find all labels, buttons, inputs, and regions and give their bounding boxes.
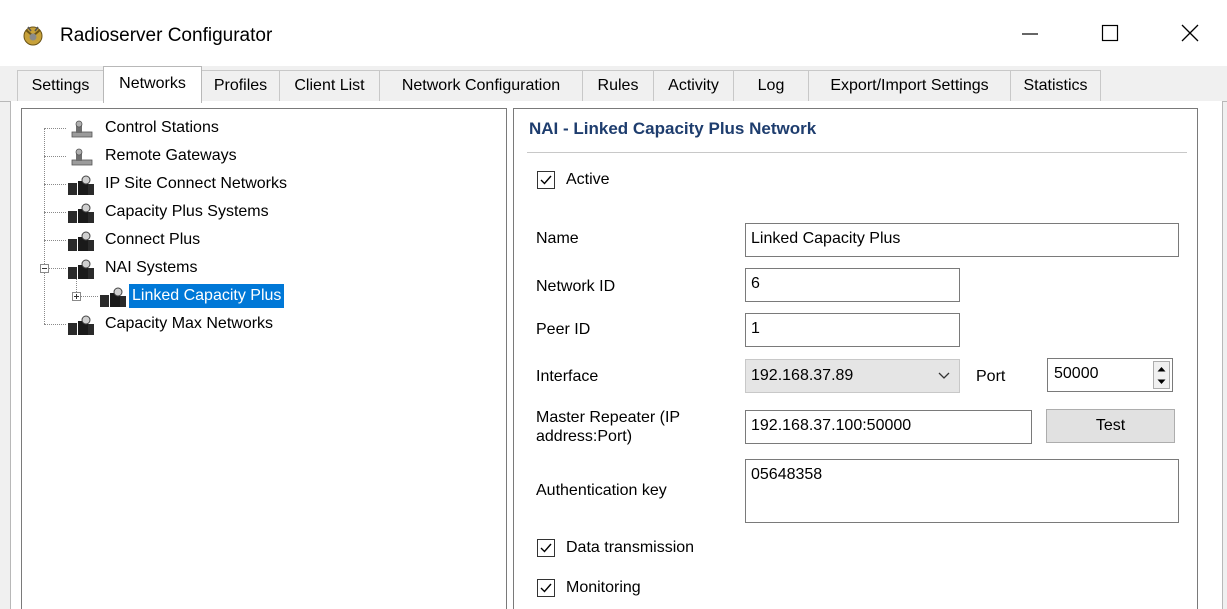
tree-item-label: IP Site Connect Networks [105,175,288,192]
collapse-toggle[interactable] [40,264,49,273]
master-repeater-label-line2: address:Port) [536,428,633,445]
network-icon [68,175,94,195]
tree-item-label: Capacity Plus Systems [105,203,269,220]
network-icon [100,287,126,307]
remote-gateway-icon [71,148,93,166]
tab-profiles[interactable]: Profiles [201,70,280,101]
peer-id-field[interactable]: 1 [745,313,960,347]
network-id-label: Network ID [536,278,616,295]
tab-rules[interactable]: Rules [582,70,654,101]
tab-client-list[interactable]: Client List [279,70,380,101]
panel-title: NAI - Linked Capacity Plus Network [529,119,817,138]
port-value: 50000 [1054,365,1099,382]
tree-line [44,156,66,157]
tree-item-label: Capacity Max Networks [105,315,274,332]
checkmark-icon [540,175,552,185]
active-label: Active [566,171,610,188]
app-window: Radioserver Configurator Settings Networ… [0,0,1227,609]
tab-network-configuration[interactable]: Network Configuration [379,70,583,101]
tree-line [44,212,66,213]
network-icon [68,315,94,335]
tab-settings[interactable]: Settings [17,70,104,101]
tree-item-label: Control Stations [105,119,219,136]
network-id-field[interactable]: 6 [745,268,960,302]
tree-item-label: Connect Plus [105,231,201,248]
spin-down-icon[interactable] [1154,375,1169,388]
tree-line [44,324,66,325]
tab-statistics[interactable]: Statistics [1010,70,1101,101]
network-icon [68,259,94,279]
networks-tree[interactable]: Control Stations Remote Gateways IP Site… [21,108,507,609]
close-icon [1181,24,1199,42]
close-button[interactable] [1160,0,1220,66]
network-icon [68,203,94,223]
tree-item-label: Remote Gateways [105,147,237,164]
interface-value: 192.168.37.89 [751,367,854,384]
checkmark-icon [540,543,552,553]
data-transmission-checkbox[interactable] [537,539,555,557]
data-transmission-label: Data transmission [566,539,695,556]
name-label: Name [536,230,579,247]
tree-line [44,128,66,129]
spin-up-icon[interactable] [1154,362,1169,375]
app-icon [22,24,44,46]
expand-toggle[interactable] [72,292,81,301]
test-button[interactable]: Test [1046,409,1175,443]
tab-activity[interactable]: Activity [653,70,734,101]
interface-dropdown[interactable]: 192.168.37.89 [745,359,960,393]
tab-strip: Settings Networks Profiles Client List N… [0,66,1227,103]
divider [527,152,1187,153]
tree-line [44,128,45,324]
tree-line [49,268,66,269]
master-repeater-label: Master Repeater (IP address:Port) [536,408,680,446]
authentication-key-label: Authentication key [536,482,667,499]
control-station-icon [71,120,93,138]
chevron-down-icon [938,372,950,379]
tree-item-label: NAI Systems [105,259,198,276]
checkmark-icon [540,583,552,593]
title-bar[interactable]: Radioserver Configurator [0,0,1227,66]
spin-buttons[interactable] [1153,361,1170,389]
port-label: Port [976,368,1006,385]
maximize-button[interactable] [1080,0,1140,66]
port-stepper[interactable]: 50000 [1047,358,1173,392]
monitoring-checkbox[interactable] [537,579,555,597]
interface-label: Interface [536,368,599,385]
monitoring-label: Monitoring [566,579,641,596]
master-repeater-field[interactable]: 192.168.37.100:50000 [745,410,1032,444]
minimize-icon [1022,33,1038,35]
window-title: Radioserver Configurator [60,25,273,46]
maximize-icon [1101,24,1119,42]
tab-networks[interactable]: Networks [103,66,202,103]
authentication-key-field[interactable]: 05648358 [745,459,1179,523]
tree-item-label: Linked Capacity Plus [129,284,285,308]
name-field[interactable]: Linked Capacity Plus [745,223,1179,257]
network-icon [68,231,94,251]
tree-line [81,296,98,297]
tree-line [44,240,66,241]
tab-export-import-settings[interactable]: Export/Import Settings [808,70,1011,101]
active-checkbox[interactable] [537,171,555,189]
tree-line [44,184,66,185]
peer-id-label: Peer ID [536,321,591,338]
minimize-button[interactable] [1000,0,1060,66]
master-repeater-label-line1: Master Repeater (IP [536,409,681,426]
tab-log[interactable]: Log [733,70,809,101]
